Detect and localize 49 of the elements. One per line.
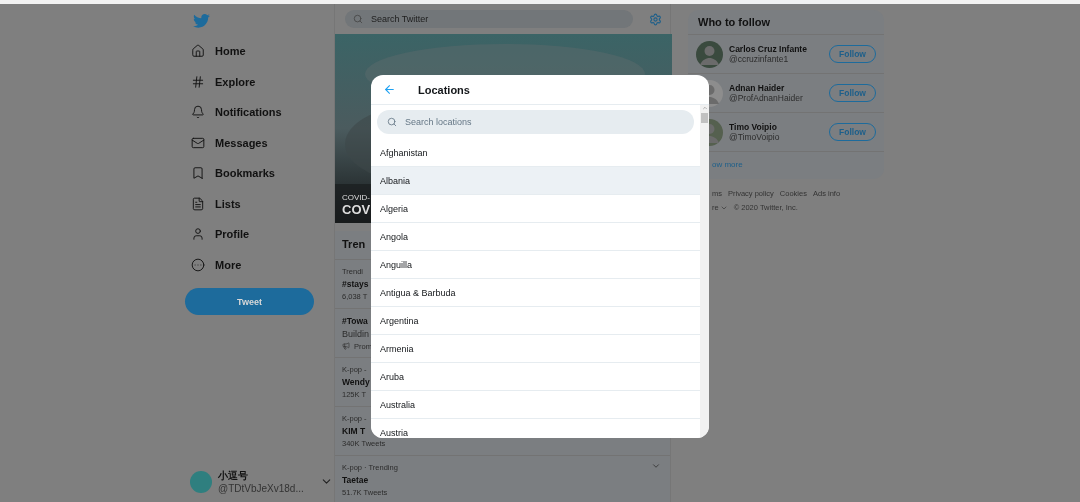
trend-name: Wendy [342,377,370,387]
search-field[interactable]: Search Twitter [345,10,633,28]
scroll-up-icon[interactable] [701,105,708,111]
hash-icon [191,74,205,89]
location-item[interactable]: Albania [371,167,700,195]
nav-item[interactable]: More [185,249,334,280]
user-name: Timo Voipio [729,122,778,132]
search-field[interactable]: Search locations [377,110,694,134]
dialog-title: Locations [418,83,470,96]
card-title: Who to follow [688,10,884,35]
trend-name: KIM T [342,426,366,436]
banner-category: COVID- [342,193,371,202]
more-icon [191,257,205,272]
user-name: Adnan Haider [729,83,786,93]
nav-item[interactable]: Explore [185,66,334,97]
search-icon [353,14,363,24]
nav-item[interactable]: Messages [185,127,334,158]
account-name: 小逗号 [218,469,249,483]
search-icon [387,117,397,127]
chevron-down-icon[interactable] [651,461,661,471]
document-icon [191,196,205,211]
trend-name: #Towa [342,315,368,326]
banner-title: COV [342,202,371,217]
promoted-icon [342,342,350,350]
bell-icon [191,105,205,120]
account-handle: @TDtVbJeXv18d... [218,483,305,494]
settings-icon[interactable] [649,12,662,26]
bird-logo[interactable] [193,14,210,28]
nav-item[interactable]: Bookmarks [185,158,334,189]
trend-name: #stays [342,279,369,289]
nav-item[interactable]: Home [185,36,334,67]
scrollbar-thumb[interactable] [701,113,708,123]
back-arrow-icon[interactable] [383,83,396,96]
user-handle: @ProfAdnanHaider [729,93,803,103]
trend-name: Taetae [342,475,369,485]
user-handle: @ccruzinfante1 [729,54,790,64]
nav-item[interactable]: Lists [185,188,334,219]
user-handle: @TimoVoipio [729,132,780,142]
tweet-button[interactable]: Tweet [185,288,314,315]
nav-item[interactable]: Notifications [185,97,334,128]
nav-item[interactable]: Profile [185,219,334,250]
user-name: Carlos Cruz Infante [729,44,807,54]
avatar-icon[interactable] [696,40,723,68]
bookmark-icon [191,166,205,181]
person-icon [191,227,205,242]
scrollbar[interactable] [700,105,709,438]
mail-icon [191,135,205,150]
trend-description: Buildin [342,328,370,339]
home-icon [191,44,205,59]
